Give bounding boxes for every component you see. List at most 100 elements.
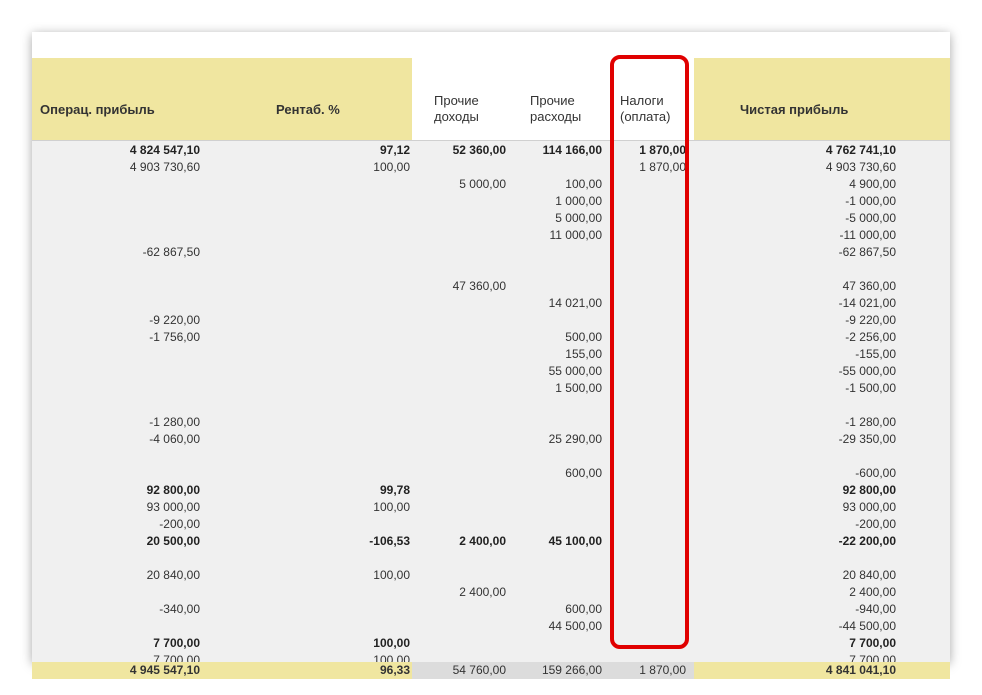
- cell-net-profit: 7 700,00: [849, 636, 896, 650]
- report-sheet: Операц. прибыль Рентаб. % Прочие доходы …: [32, 32, 950, 679]
- cell-rentab: 100,00: [373, 500, 410, 514]
- cell-other-expense: 100,00: [565, 177, 602, 191]
- table-row: -200,00 -200,00: [32, 516, 950, 533]
- table-row: 5 000,00 -5 000,00: [32, 210, 950, 227]
- table-row: 93 000,00 100,00 93 000,00: [32, 499, 950, 516]
- cell-other-expense: 155,00: [565, 347, 602, 361]
- table-row: 14 021,00 -14 021,00: [32, 295, 950, 312]
- header-right-block: Чистая прибыль: [694, 58, 950, 140]
- table-row: -1 756,00 500,00 -2 256,00: [32, 329, 950, 346]
- total-op-profit: 4 945 547,10: [129, 663, 200, 677]
- taxes-column-highlight: [610, 55, 689, 649]
- cell-op-profit: 4 903 730,60: [129, 160, 200, 174]
- header-other-income: Прочие доходы: [434, 93, 479, 125]
- cell-net-profit: -22 200,00: [838, 534, 896, 548]
- cell-net-profit: 92 800,00: [842, 483, 896, 497]
- cell-net-profit: 4 903 730,60: [825, 160, 896, 174]
- cell-rentab: 97,12: [379, 143, 410, 157]
- total-rentab: 96,33: [379, 663, 410, 677]
- cell-other-income: 47 360,00: [452, 279, 506, 293]
- table-row: 7 700,00 100,00 7 700,00: [32, 635, 950, 652]
- header-other-expense-line2: расходы: [530, 109, 582, 124]
- table-row: 4 824 547,10 97,12 52 360,00 114 166,00 1 87…: [32, 142, 950, 159]
- table-row: 44 500,00 -44 500,00: [32, 618, 950, 635]
- cell-other-expense: 1 500,00: [555, 381, 602, 395]
- cell-op-profit: 7 700,00: [153, 636, 200, 650]
- table-row: [32, 397, 950, 414]
- total-other-expense: 159 266,00: [541, 663, 602, 677]
- cell-rentab: 100,00: [373, 636, 410, 650]
- total-net-profit: 4 841 041,10: [825, 663, 896, 677]
- table-row: 20 500,00 -106,53 2 400,00 45 100,00 -22 200…: [32, 533, 950, 550]
- cell-other-expense: 114 166,00: [542, 143, 602, 157]
- table-body: 4 824 547,10 97,12 52 360,00 114 166,00 1 87…: [32, 142, 950, 669]
- cell-net-profit: -29 350,00: [838, 432, 896, 446]
- cell-other-expense: 500,00: [565, 330, 602, 344]
- cell-other-expense: 25 290,00: [548, 432, 602, 446]
- cell-net-profit: 93 000,00: [842, 500, 896, 514]
- table-row: 11 000,00 -11 000,00: [32, 227, 950, 244]
- cell-op-profit: -4 060,00: [149, 432, 200, 446]
- cell-other-income: 2 400,00: [459, 585, 506, 599]
- cell-other-expense: 600,00: [565, 466, 602, 480]
- cell-other-expense: 11 000,00: [549, 228, 603, 242]
- cell-other-income: 52 360,00: [452, 143, 506, 157]
- table-row: -1 280,00 -1 280,00: [32, 414, 950, 431]
- table-row: 5 000,00 100,00 4 900,00: [32, 176, 950, 193]
- cell-net-profit: 20 840,00: [842, 568, 896, 582]
- cell-op-profit: 92 800,00: [146, 483, 200, 497]
- cell-net-profit: -44 500,00: [838, 619, 896, 633]
- table-row: 1 000,00 -1 000,00: [32, 193, 950, 210]
- header-rentab: Рентаб. %: [276, 102, 340, 117]
- cell-net-profit: -62 867,50: [838, 245, 896, 259]
- cell-op-profit: -200,00: [159, 517, 200, 531]
- table-row: [32, 448, 950, 465]
- table-row: 600,00 -600,00: [32, 465, 950, 482]
- table-row: 4 903 730,60 100,00 1 870,00 4 903 730,60: [32, 159, 950, 176]
- header-other-income-line1: Прочие: [434, 93, 479, 108]
- cell-other-expense: 45 100,00: [548, 534, 602, 548]
- cell-rentab: 100,00: [373, 568, 410, 582]
- cell-net-profit: -2 256,00: [845, 330, 896, 344]
- cell-op-profit: -9 220,00: [149, 313, 200, 327]
- table-row: [32, 261, 950, 278]
- cell-op-profit: 4 824 547,10: [129, 143, 200, 157]
- cell-rentab: 100,00: [373, 160, 410, 174]
- total-row: 4 945 547,10 96,33 54 760,00 159 266,00 …: [32, 662, 950, 679]
- cell-net-profit: -200,00: [855, 517, 896, 531]
- total-left-bg: [32, 662, 412, 679]
- total-right-bg: [694, 662, 950, 679]
- cell-op-profit: -1 756,00: [149, 330, 200, 344]
- header-net-profit: Чистая прибыль: [740, 102, 849, 117]
- cell-net-profit: -55 000,00: [838, 364, 896, 378]
- cell-other-expense: 600,00: [565, 602, 602, 616]
- header-other-income-line2: доходы: [434, 109, 479, 124]
- cell-net-profit: -155,00: [855, 347, 896, 361]
- cell-net-profit: -11 000,00: [839, 228, 897, 242]
- sheet-top-margin: [32, 32, 950, 58]
- cell-net-profit: -940,00: [855, 602, 896, 616]
- cell-other-expense: 1 000,00: [555, 194, 602, 208]
- cell-net-profit: -1 500,00: [845, 381, 896, 395]
- cell-net-profit: 4 762 741,10: [825, 143, 896, 157]
- cell-other-expense: 14 021,00: [548, 296, 602, 310]
- table-row: 55 000,00 -55 000,00: [32, 363, 950, 380]
- table-row: 1 500,00 -1 500,00: [32, 380, 950, 397]
- table-row: [32, 550, 950, 567]
- header-op-profit: Операц. прибыль: [40, 102, 155, 117]
- header-left-block: Операц. прибыль Рентаб. %: [32, 58, 412, 140]
- header-other-expense-line1: Прочие: [530, 93, 575, 108]
- cell-net-profit: -1 000,00: [845, 194, 896, 208]
- cell-net-profit: -5 000,00: [845, 211, 896, 225]
- cell-op-profit: 20 500,00: [146, 534, 200, 548]
- table-row: 155,00 -155,00: [32, 346, 950, 363]
- table-row: -4 060,00 25 290,00 -29 350,00: [32, 431, 950, 448]
- cell-net-profit: -600,00: [855, 466, 896, 480]
- table-row: 92 800,00 99,78 92 800,00: [32, 482, 950, 499]
- cell-other-expense: 5 000,00: [555, 211, 602, 225]
- cell-net-profit: -9 220,00: [845, 313, 896, 327]
- cell-op-profit: -340,00: [159, 602, 200, 616]
- cell-op-profit: 93 000,00: [146, 500, 200, 514]
- cell-net-profit: 47 360,00: [842, 279, 896, 293]
- total-taxes: 1 870,00: [639, 663, 686, 677]
